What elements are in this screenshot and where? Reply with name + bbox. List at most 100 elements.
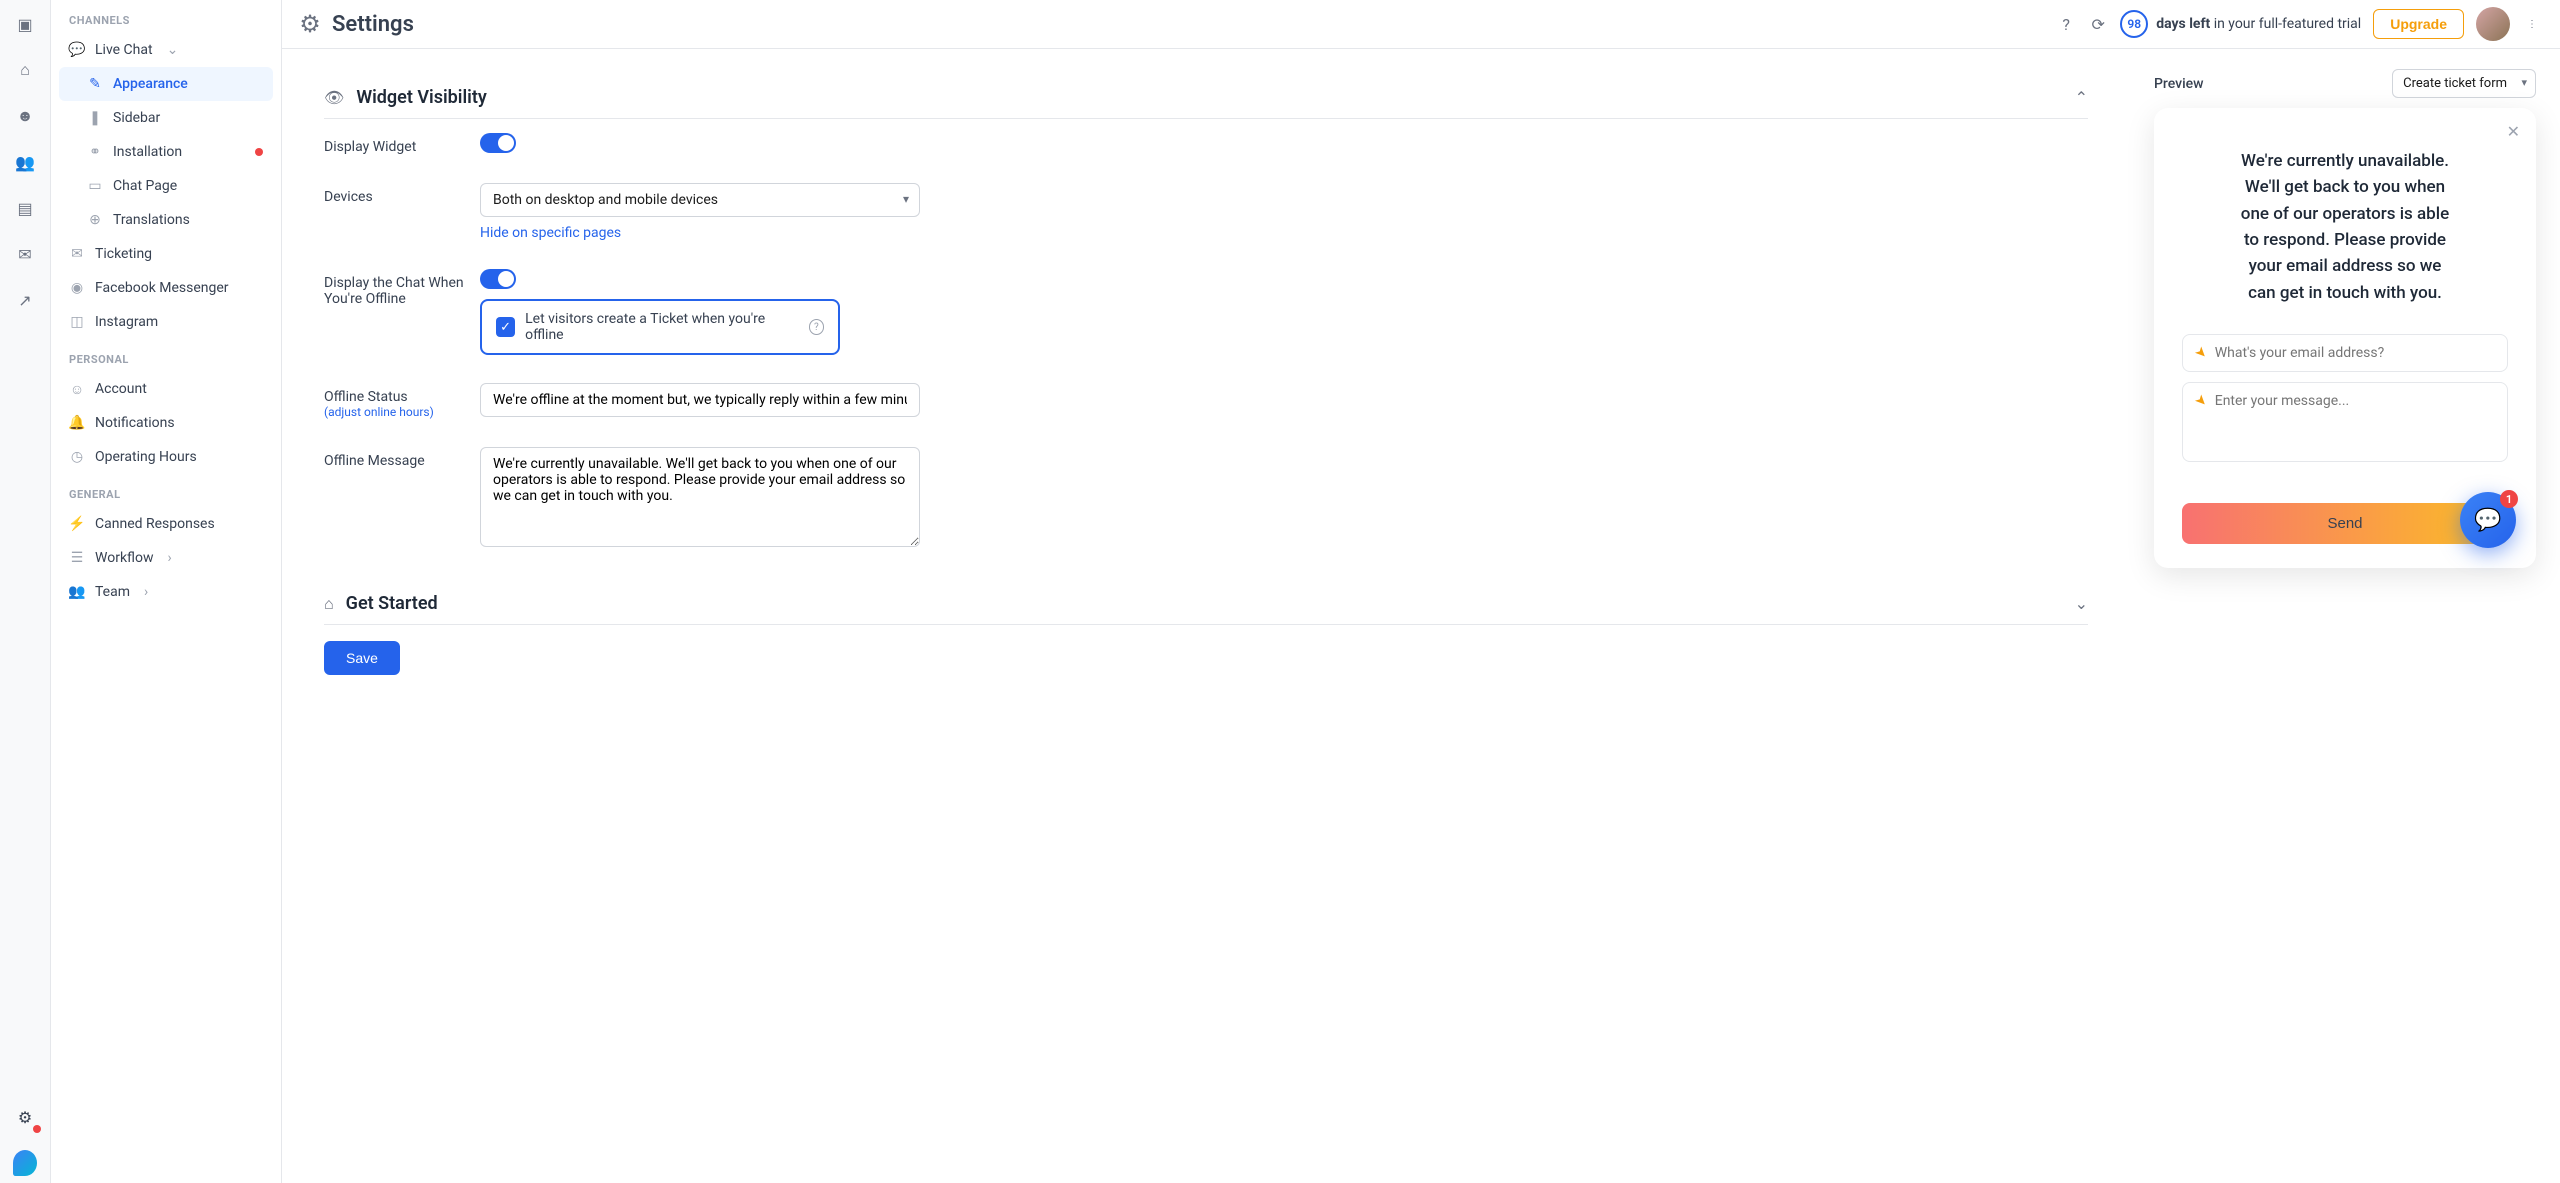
gear-icon: ⚙: [300, 14, 320, 34]
sidebar-label: Live Chat: [95, 42, 153, 58]
checkbox-create-ticket[interactable]: ✓: [496, 317, 515, 337]
label-offline-status: Offline Status (adjust online hours): [324, 383, 464, 419]
sidebar-item-notifications[interactable]: 🔔 Notifications: [51, 406, 281, 440]
notification-dot: [33, 1125, 41, 1133]
rail-mail-icon[interactable]: ✉: [13, 242, 37, 266]
trial-days-count: 98: [2120, 10, 2148, 38]
sidebar-label: Installation: [113, 144, 182, 160]
chat-icon: 💬: [69, 42, 85, 58]
section-widget-visibility[interactable]: 👁 Widget Visibility ⌃: [324, 77, 2088, 119]
sidebar-label: Facebook Messenger: [95, 280, 229, 296]
widget-send-button[interactable]: Send: [2182, 503, 2508, 544]
checkbox-row-create-ticket[interactable]: ✓ Let visitors create a Ticket when you'…: [480, 299, 840, 355]
user-icon: ☺: [69, 381, 85, 397]
rail-org-icon[interactable]: ▤: [13, 196, 37, 220]
sidebar-label: Chat Page: [113, 178, 177, 194]
chat-fab[interactable]: 💬 1: [2460, 492, 2516, 548]
sidebar-item-appearance[interactable]: ✎ Appearance: [59, 67, 273, 101]
notification-dot: [255, 148, 263, 156]
sidebar-label: Appearance: [113, 76, 188, 92]
settings-sidebar: CHANNELS 💬 Live Chat ⌄ ✎ Appearance ❚ Si…: [51, 0, 282, 1183]
widget-message-input[interactable]: [2215, 393, 2495, 409]
sidebar-item-chat-page[interactable]: ▭ Chat Page: [51, 169, 281, 203]
sidebar-item-translations[interactable]: ⊕ Translations: [51, 203, 281, 237]
refresh-icon[interactable]: ⟳: [2088, 14, 2108, 34]
toggle-display-offline[interactable]: [480, 269, 516, 289]
sidebar-item-sidebar[interactable]: ❚ Sidebar: [51, 101, 281, 135]
toggle-display-widget[interactable]: [480, 133, 516, 153]
close-icon[interactable]: ✕: [2507, 122, 2520, 141]
rail-logo-icon[interactable]: [13, 1151, 37, 1175]
ticket-icon: ✉: [69, 246, 85, 262]
dropdown-devices[interactable]: Both on desktop and mobile devices: [480, 183, 920, 217]
section-get-started[interactable]: ⌂ Get Started ⌄: [324, 583, 2088, 625]
fab-badge: 1: [2500, 490, 2518, 508]
avatar[interactable]: [2476, 7, 2510, 41]
preview-label: Preview: [2154, 76, 2204, 92]
rail-home-icon[interactable]: ⌂: [13, 58, 37, 82]
checkbox-label: Let visitors create a Ticket when you're…: [525, 311, 795, 343]
home-icon: ⌂: [324, 594, 334, 614]
chevron-up-icon: ⌃: [2075, 88, 2088, 107]
chevron-right-icon: ›: [168, 550, 172, 566]
eye-icon: 👁: [324, 88, 344, 107]
sidebar-item-workflow[interactable]: ☰ Workflow ›: [51, 541, 281, 575]
sidebar-section-personal: PERSONAL: [51, 339, 281, 372]
upgrade-button[interactable]: Upgrade: [2373, 9, 2464, 39]
chevron-down-icon: ⌄: [167, 42, 179, 58]
preview-panel: Preview Create ticket form ✕ We're curre…: [2130, 49, 2560, 1183]
section-title: Widget Visibility: [356, 87, 487, 108]
sidebar-item-ticketing[interactable]: ✉ Ticketing: [51, 237, 281, 271]
arrow-icon: ➤: [2191, 391, 2211, 411]
more-icon[interactable]: ⋮: [2522, 14, 2542, 34]
laptop-icon: ▭: [87, 178, 103, 194]
rail-inbox-icon[interactable]: ▣: [13, 12, 37, 36]
sidebar-label: Operating Hours: [95, 449, 197, 465]
bell-icon: 🔔: [69, 415, 85, 431]
rail-settings-icon[interactable]: ⚙: [13, 1105, 37, 1129]
label-devices: Devices: [324, 183, 464, 205]
sidebar-item-canned-responses[interactable]: ⚡ Canned Responses: [51, 507, 281, 541]
instagram-icon: ◫: [69, 314, 85, 330]
sidebar-label: Workflow: [95, 550, 154, 566]
widget-email-input[interactable]: [2215, 345, 2495, 361]
rail-bot-icon[interactable]: ☻: [13, 104, 37, 128]
save-button[interactable]: Save: [324, 641, 400, 675]
sidebar-item-instagram[interactable]: ◫ Instagram: [51, 305, 281, 339]
link-icon: ⚭: [87, 144, 103, 160]
sidebar-item-team[interactable]: 👥 Team ›: [51, 575, 281, 609]
sidebar-label: Notifications: [95, 415, 175, 431]
chevron-right-icon: ›: [144, 584, 148, 600]
sidebar-item-live-chat[interactable]: 💬 Live Chat ⌄: [51, 33, 281, 67]
rail-analytics-icon[interactable]: ↗: [13, 288, 37, 312]
input-offline-status[interactable]: [480, 383, 920, 417]
team-icon: 👥: [69, 584, 85, 600]
widget-offline-message: We're currently unavailable. We'll get b…: [2182, 148, 2508, 306]
page-header: ⚙ Settings ? ⟳ 98 days left in your full…: [282, 0, 2560, 49]
trial-badge: 98 days left in your full-featured trial: [2120, 10, 2361, 38]
help-icon[interactable]: ?: [809, 319, 824, 335]
widget-email-field[interactable]: ➤: [2182, 334, 2508, 372]
link-hide-pages[interactable]: Hide on specific pages: [480, 225, 621, 241]
sidebar-label: Team: [95, 584, 130, 600]
sidebar-item-operating-hours[interactable]: ◷ Operating Hours: [51, 440, 281, 474]
label-display-widget: Display Widget: [324, 133, 464, 155]
sidebar-section-channels: CHANNELS: [51, 0, 281, 33]
section-title: Get Started: [346, 593, 438, 614]
sidebar-item-installation[interactable]: ⚭ Installation: [51, 135, 281, 169]
rail-contacts-icon[interactable]: 👥: [13, 150, 37, 174]
link-adjust-hours[interactable]: (adjust online hours): [324, 405, 464, 419]
label-offline-message: Offline Message: [324, 447, 464, 469]
label-display-offline: Display the Chat When You're Offline: [324, 269, 464, 307]
widget-message-field[interactable]: ➤: [2182, 382, 2508, 462]
sidebar-item-account[interactable]: ☺ Account: [51, 372, 281, 406]
help-icon[interactable]: ?: [2056, 14, 2076, 34]
bolt-icon: ⚡: [69, 516, 85, 532]
list-icon: ☰: [69, 550, 85, 566]
sidebar-label: Account: [95, 381, 147, 397]
globe-icon: ⊕: [87, 212, 103, 228]
preview-form-select[interactable]: Create ticket form: [2392, 69, 2536, 98]
page-title: Settings: [332, 12, 414, 37]
sidebar-item-fb-messenger[interactable]: ◉ Facebook Messenger: [51, 271, 281, 305]
textarea-offline-message[interactable]: We're currently unavailable. We'll get b…: [480, 447, 920, 547]
